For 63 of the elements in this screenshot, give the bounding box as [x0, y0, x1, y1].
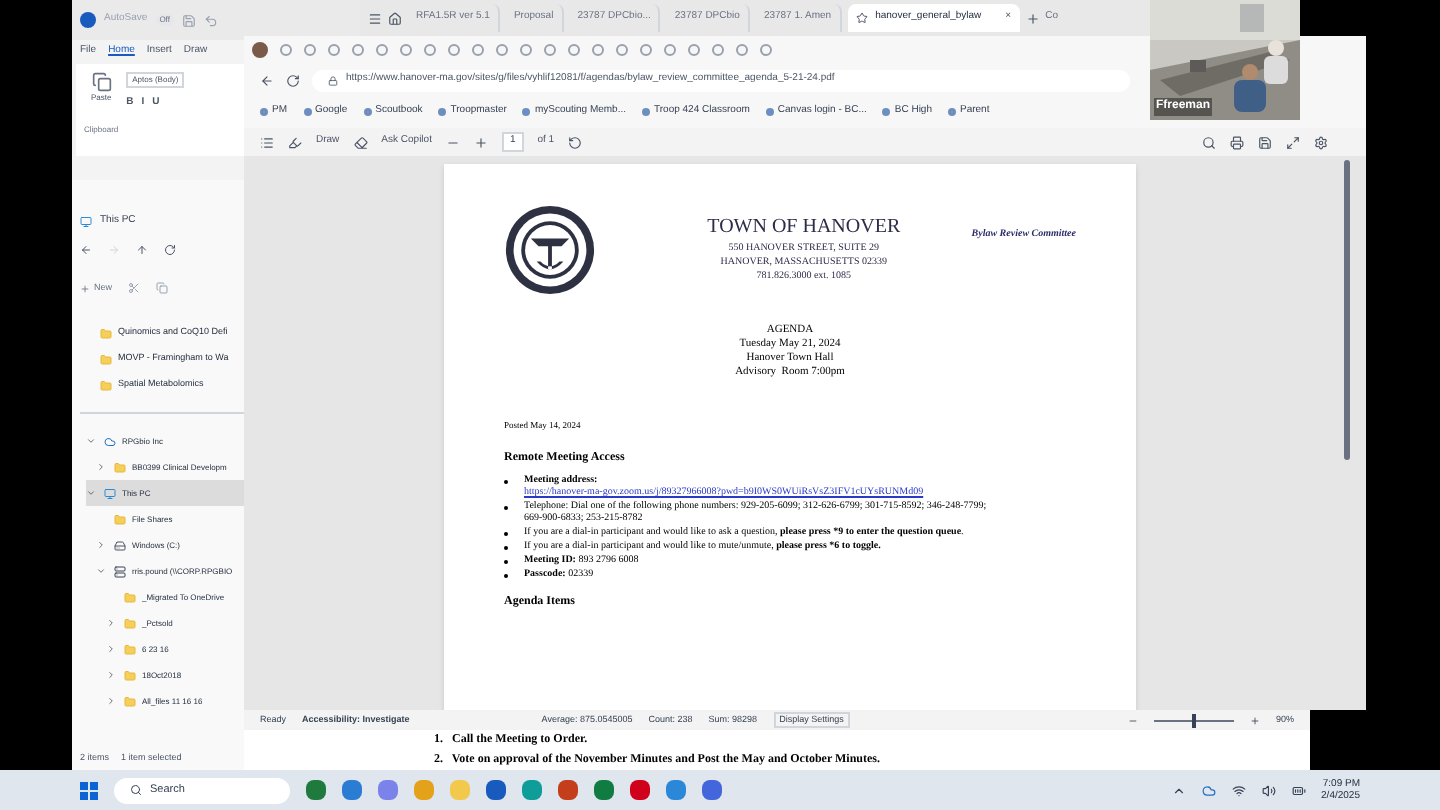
tray-overflow-icon[interactable]	[1171, 783, 1186, 797]
battery-icon[interactable]	[1291, 783, 1306, 797]
drive-icon	[114, 539, 126, 551]
menu-icon[interactable]	[368, 11, 382, 25]
new-tab-icon[interactable]	[1025, 11, 1040, 25]
eraser-icon[interactable]	[353, 135, 368, 149]
folder-icon	[100, 379, 112, 391]
search-icon	[130, 784, 142, 796]
word-logo-icon	[80, 12, 96, 28]
folder-icon	[124, 591, 136, 603]
expand-icon[interactable]	[106, 670, 116, 680]
expand-icon[interactable]	[106, 618, 116, 628]
back-icon[interactable]	[80, 244, 92, 256]
expand-icon[interactable]	[96, 540, 106, 550]
print-icon[interactable]	[1230, 135, 1244, 149]
refresh-icon[interactable]	[164, 244, 176, 256]
folder-icon	[114, 513, 126, 525]
avatar-icon	[252, 42, 268, 58]
home-icon[interactable]	[388, 11, 402, 25]
cloud-icon	[104, 435, 116, 447]
folder-icon	[124, 669, 136, 681]
refresh-icon[interactable]	[286, 73, 300, 87]
start-icon[interactable]	[80, 781, 98, 799]
folder-icon	[124, 643, 136, 655]
folder-icon	[114, 461, 126, 473]
zoom-in-icon[interactable]	[473, 135, 488, 149]
save-icon[interactable]	[1258, 135, 1272, 149]
contents-icon[interactable]	[260, 135, 274, 149]
volume-icon[interactable]	[1261, 783, 1276, 797]
wifi-icon[interactable]	[1231, 783, 1246, 797]
folder-icon	[124, 695, 136, 707]
folder-icon	[100, 353, 112, 365]
back-icon[interactable]	[260, 73, 274, 87]
zoom-out-icon[interactable]	[1127, 715, 1138, 725]
up-icon[interactable]	[136, 244, 148, 256]
search-icon[interactable]	[1202, 135, 1216, 149]
settings-icon[interactable]	[1314, 135, 1328, 149]
scrollbar[interactable]	[1344, 160, 1350, 460]
network-drive-icon	[114, 565, 126, 577]
expand-icon[interactable]	[106, 644, 116, 654]
computer-icon	[80, 216, 92, 228]
zoom-slider-thumb[interactable]	[1191, 713, 1196, 727]
collapse-icon[interactable]	[86, 436, 96, 446]
collapse-icon[interactable]	[86, 488, 96, 498]
fullscreen-icon[interactable]	[1286, 135, 1300, 149]
undo-icon[interactable]	[203, 13, 218, 27]
cloud-icon[interactable]	[1201, 783, 1216, 797]
expand-icon[interactable]	[96, 462, 106, 472]
town-seal-drawing	[504, 204, 596, 296]
plus-icon	[80, 283, 90, 293]
expand-icon[interactable]	[106, 696, 116, 706]
town-title: TOWN OF HANOVER	[707, 214, 901, 242]
copy-icon[interactable]	[156, 282, 169, 294]
folder-icon	[124, 617, 136, 629]
computer-icon	[104, 487, 116, 499]
star-icon[interactable]	[855, 12, 868, 24]
highlight-icon[interactable]	[288, 135, 302, 149]
paste-icon[interactable]	[91, 72, 112, 92]
collapse-icon[interactable]	[96, 566, 106, 576]
folder-icon	[100, 327, 112, 339]
cut-icon[interactable]	[128, 282, 141, 294]
rotate-icon[interactable]	[568, 135, 583, 149]
zoom-in-icon[interactable]	[1249, 715, 1260, 725]
